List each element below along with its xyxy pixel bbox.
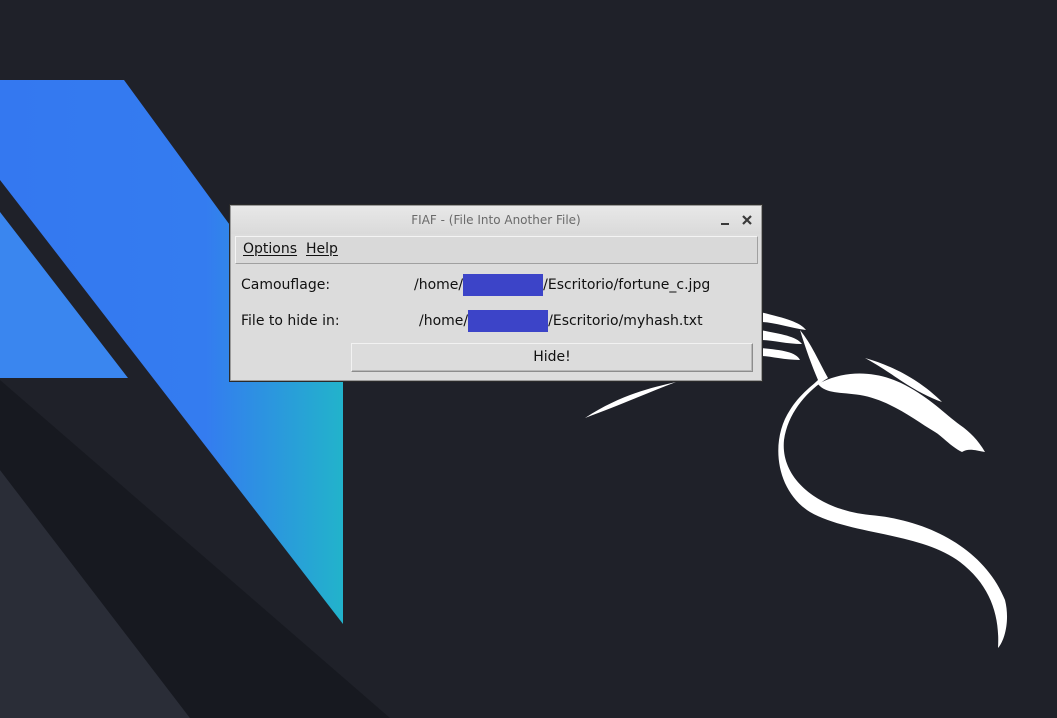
file-to-hide-path: /home/ /Escritorio/myhash.txt — [419, 310, 703, 332]
file-path-start: /home/ — [419, 313, 469, 329]
camouflage-label: Camouflage: — [241, 277, 331, 293]
menu-help[interactable]: Help — [306, 241, 338, 257]
redaction-block — [463, 274, 544, 296]
camouflage-path-start: /home/ — [414, 277, 464, 293]
fiaf-window: FIAF - (File Into Another File) Options … — [230, 205, 762, 381]
menu-bar: Options Help — [235, 236, 758, 264]
camouflage-path-end: /Escritorio/fortune_c.jpg — [543, 277, 711, 293]
close-icon[interactable] — [739, 212, 755, 228]
minimize-icon[interactable] — [717, 212, 733, 228]
hide-button[interactable]: Hide! — [351, 343, 753, 372]
menu-options[interactable]: Options — [243, 241, 297, 257]
camouflage-path: /home/ /Escritorio/fortune_c.jpg — [414, 274, 711, 296]
title-bar[interactable]: FIAF - (File Into Another File) — [231, 206, 761, 234]
redaction-block — [468, 310, 549, 332]
window-title: FIAF - (File Into Another File) — [411, 213, 581, 227]
file-to-hide-label: File to hide in: — [241, 313, 340, 329]
file-path-end: /Escritorio/myhash.txt — [548, 313, 703, 329]
